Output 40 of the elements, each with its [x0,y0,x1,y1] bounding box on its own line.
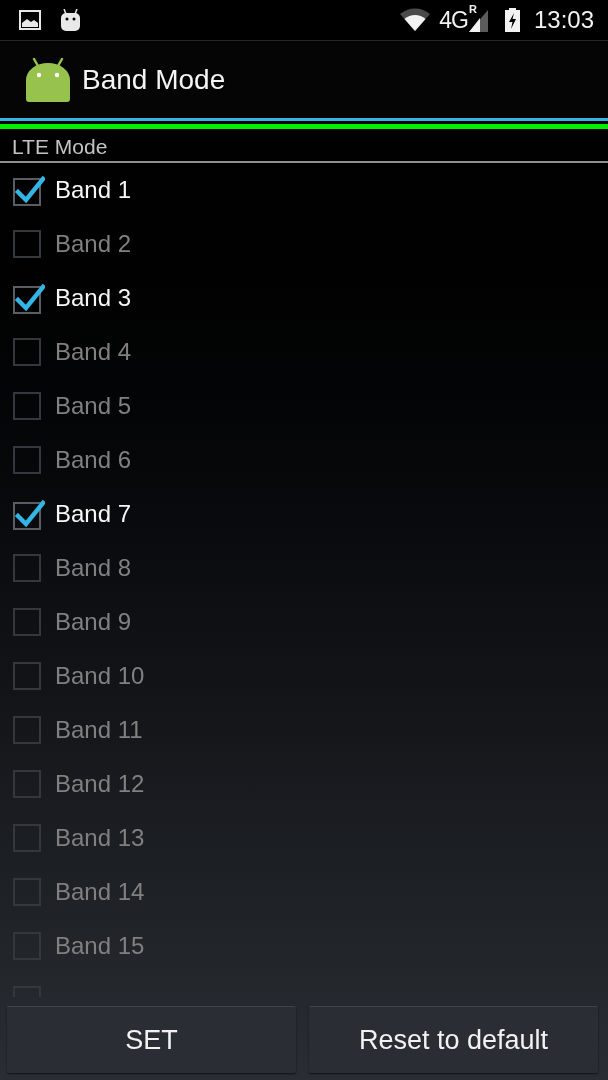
checkbox-label: Band 14 [55,880,145,904]
section-header: LTE Mode [12,135,108,157]
reset-button[interactable]: Reset to default [309,1006,598,1073]
battery-charging-icon [504,8,520,32]
checkbox[interactable] [13,716,41,744]
checkbox[interactable] [13,174,45,206]
roaming-indicator: R [468,4,477,15]
checkbox[interactable] [13,554,41,582]
checkbox-label: Band 6 [55,448,132,472]
checkbox-label: Band 10 [55,664,145,688]
image-icon [19,10,41,30]
robot-icon [60,9,81,31]
checkbox[interactable] [13,662,41,690]
checkbox-label: Band 13 [55,826,145,850]
checkbox[interactable] [13,230,41,258]
checkbox[interactable] [13,824,41,852]
checkbox-label: Band 8 [55,556,132,580]
checkbox[interactable] [13,338,41,366]
checkbox[interactable] [13,608,41,636]
checkbox[interactable] [13,770,41,798]
checkbox-label: Band 7 [55,502,132,526]
checkbox[interactable] [13,282,45,314]
checkbox-label: Band 3 [55,286,132,310]
checkbox-label: Band 5 [55,394,132,418]
checkbox-label: Band 1 [55,178,132,202]
checkbox-label: Band 2 [55,232,132,256]
clock-time: 13:03 [533,8,594,32]
set-button[interactable]: SET [7,1006,296,1073]
checkbox-label: Band 4 [55,340,132,364]
checkbox-label: Band 12 [55,772,145,796]
wifi-icon [400,7,431,31]
screen-title: Band Mode [82,65,226,94]
checkbox[interactable] [13,498,45,530]
checkbox-label: Band 9 [55,610,132,634]
robot-icon [25,57,71,102]
checkbox-label: Band 11 [55,718,143,742]
checkbox-label: Band 15 [55,934,145,958]
checkbox[interactable] [13,446,41,474]
checkbox[interactable] [13,392,41,420]
network-type: 4G [439,8,468,32]
